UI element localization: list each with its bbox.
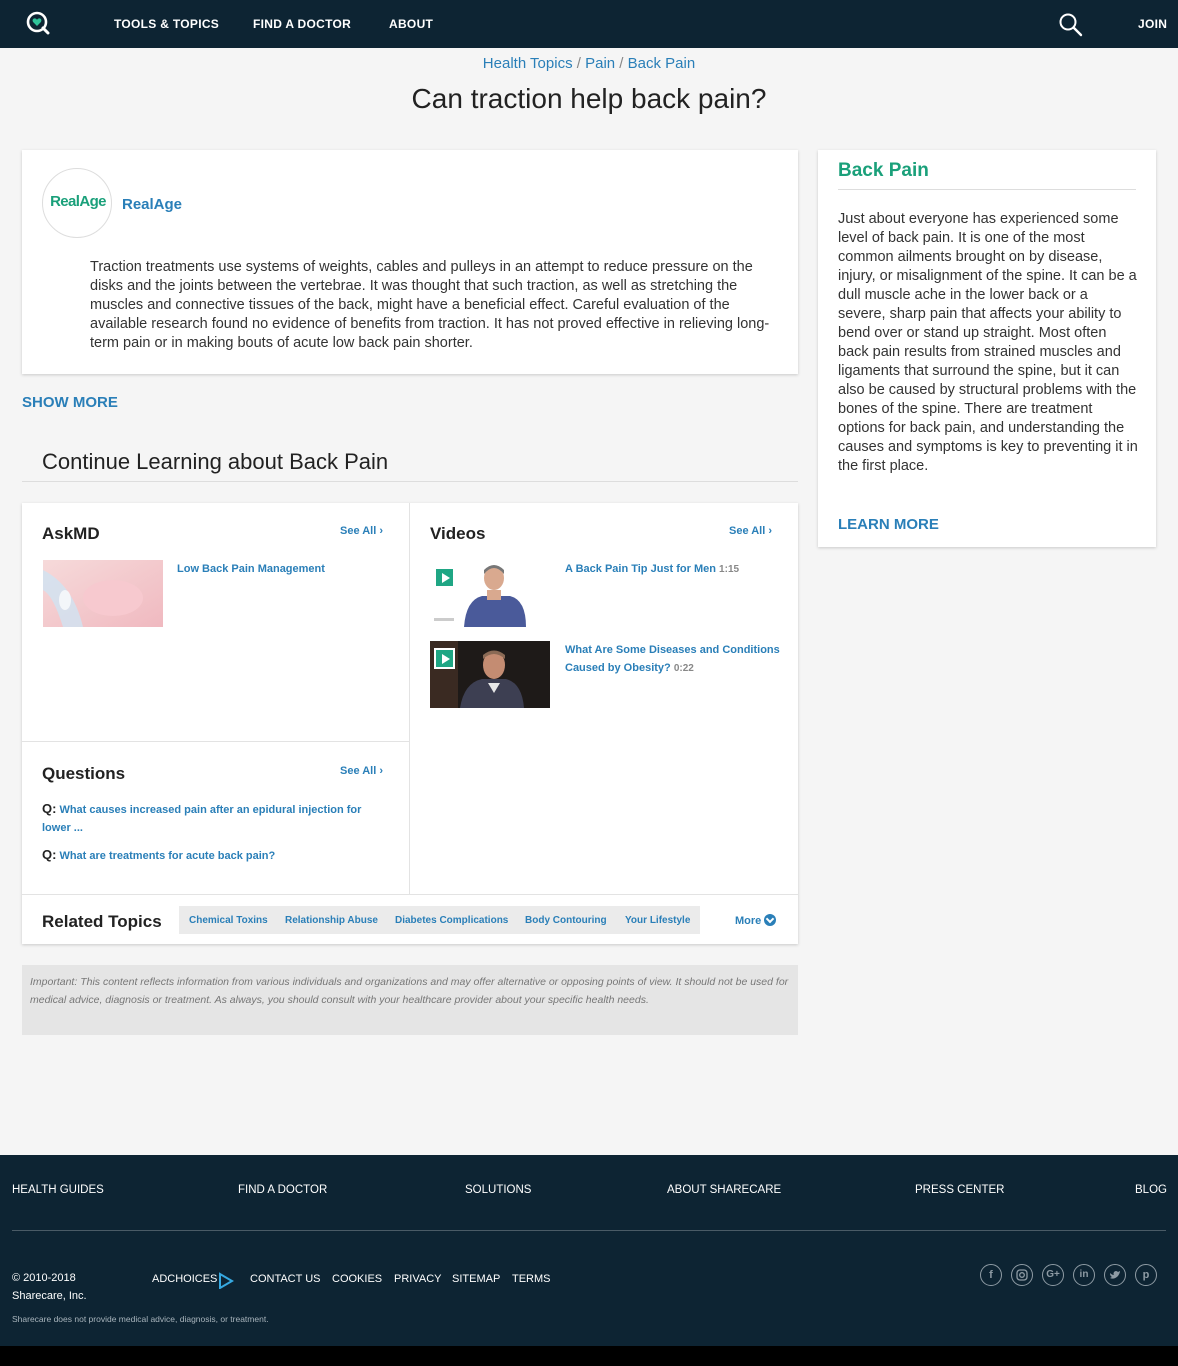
related-topic-chip[interactable]: Chemical Toxins <box>179 906 278 934</box>
join-link[interactable]: JOIN <box>1138 17 1167 31</box>
question-link[interactable]: What causes increased pain after an epid… <box>42 804 361 834</box>
sidebar-text: Just about everyone has experienced some… <box>838 211 1138 474</box>
play-icon[interactable] <box>434 648 455 669</box>
continue-learning-title: Continue Learning about Back Pain <box>42 449 389 474</box>
see-all-label: See All <box>340 525 377 537</box>
question-item[interactable]: Q: What are treatments for acute back pai… <box>42 846 387 865</box>
copyright-text: © 2010-2018 Sharecare, Inc. <box>12 1269 122 1305</box>
author-avatar[interactable]: RealAge <box>42 168 112 238</box>
footer-link-find-doctor[interactable]: FIND A DOCTOR <box>238 1184 327 1196</box>
askmd-item-link[interactable]: Low Back Pain Management <box>177 560 387 578</box>
copyright-years: © 2010-2018 <box>12 1272 76 1284</box>
divider <box>409 503 410 894</box>
answer-text: Traction treatments use systems of weigh… <box>90 259 770 351</box>
video-title-link[interactable]: What Are Some Diseases and Conditions Ca… <box>565 641 780 678</box>
see-all-label: See All <box>729 525 766 537</box>
breadcrumb-health-topics[interactable]: Health Topics <box>483 55 573 72</box>
facebook-icon[interactable]: f <box>980 1264 1002 1286</box>
page-title: Can traction help back pain? <box>411 83 767 114</box>
chevron-right-icon: › <box>768 525 773 537</box>
play-icon[interactable] <box>434 567 455 588</box>
video-duration: 1:15 <box>719 564 740 575</box>
topic-sidebar-card: Back Pain Just about everyone has experi… <box>818 150 1156 547</box>
see-all-label: See All <box>340 765 377 777</box>
breadcrumb-pain[interactable]: Pain <box>585 55 615 72</box>
footer-disclaimer: Sharecare does not provide medical advic… <box>12 1314 269 1324</box>
sidebar-title[interactable]: Back Pain <box>838 160 929 182</box>
divider <box>838 189 1136 190</box>
breadcrumb: Health Topics / Pain / Back Pain <box>0 55 1178 72</box>
nav-about[interactable]: ABOUT <box>389 17 433 31</box>
author-name[interactable]: RealAge <box>122 196 182 213</box>
show-more-button[interactable]: SHOW MORE <box>22 394 118 411</box>
questions-see-all-link[interactable]: See All › <box>340 765 383 777</box>
learn-more-button[interactable]: LEARN MORE <box>838 516 939 533</box>
footer: HEALTH GUIDES FIND A DOCTOR SOLUTIONS AB… <box>0 1155 1178 1366</box>
breadcrumb-back-pain[interactable]: Back Pain <box>628 55 696 72</box>
video-thumbnail[interactable] <box>430 560 550 627</box>
breadcrumb-separator: / <box>572 55 586 72</box>
footer-adchoices-link[interactable]: ADCHOICES <box>152 1273 217 1285</box>
chevron-down-circle-icon <box>764 914 777 926</box>
videos-see-all-link[interactable]: See All › <box>729 525 772 537</box>
related-topic-chip[interactable]: Your Lifestyle <box>615 906 701 934</box>
continue-learning-card: AskMD See All › Low Back Pain Management… <box>22 503 798 944</box>
more-label: More <box>735 915 762 927</box>
answer-card: RealAge RealAge Traction treatments use … <box>22 150 798 374</box>
questions-title: Questions <box>42 764 126 783</box>
sharecare-heart-icon[interactable] <box>26 11 50 35</box>
realage-logo-text: RealAge <box>50 193 106 210</box>
footer-link-blog[interactable]: BLOG <box>1135 1184 1167 1196</box>
linkedin-icon[interactable]: in <box>1073 1264 1095 1286</box>
videos-title: Videos <box>430 524 486 543</box>
footer-terms-link[interactable]: TERMS <box>512 1273 551 1285</box>
video-thumbnail[interactable] <box>430 641 550 708</box>
question-item[interactable]: Q: What causes increased pain after an ep… <box>42 800 387 837</box>
footer-contact-link[interactable]: CONTACT US <box>250 1273 321 1285</box>
askmd-title: AskMD <box>42 524 100 543</box>
more-topics-button[interactable]: More <box>735 914 777 927</box>
footer-privacy-link[interactable]: PRIVACY <box>394 1273 441 1285</box>
bottom-strip <box>0 1346 1178 1366</box>
related-topic-chip[interactable]: Relationship Abuse <box>275 906 388 934</box>
video-title: What Are Some Diseases and Conditions Ca… <box>565 644 780 674</box>
twitter-icon[interactable] <box>1104 1264 1126 1286</box>
disclaimer-note: Important: This content reflects informa… <box>22 965 798 1035</box>
search-icon[interactable] <box>1058 12 1084 38</box>
footer-link-about-sharecare[interactable]: ABOUT SHARECARE <box>667 1184 781 1196</box>
question-label: Q: <box>42 801 57 816</box>
divider <box>22 894 798 895</box>
google-plus-icon[interactable]: G+ <box>1042 1264 1064 1286</box>
top-nav: TOOLS & TOPICS FIND A DOCTOR ABOUT JOIN <box>0 0 1178 48</box>
nav-tools-topics[interactable]: TOOLS & TOPICS <box>114 17 219 31</box>
related-topic-chip[interactable]: Body Contouring <box>515 906 617 934</box>
question-link[interactable]: What are treatments for acute back pain? <box>59 850 275 862</box>
footer-link-press-center[interactable]: PRESS CENTER <box>915 1184 1004 1196</box>
breadcrumb-separator: / <box>615 55 628 72</box>
adchoices-icon[interactable] <box>217 1272 234 1289</box>
footer-sitemap-link[interactable]: SITEMAP <box>452 1273 500 1285</box>
divider <box>22 741 409 742</box>
askmd-see-all-link[interactable]: See All › <box>340 525 383 537</box>
related-topics-title: Related Topics <box>42 912 162 931</box>
nav-find-doctor[interactable]: FIND A DOCTOR <box>253 17 351 31</box>
pinterest-icon[interactable]: p <box>1135 1264 1157 1286</box>
footer-link-health-guides[interactable]: HEALTH GUIDES <box>12 1184 104 1196</box>
question-label: Q: <box>42 847 57 862</box>
chevron-right-icon: › <box>379 765 384 777</box>
chevron-right-icon: › <box>379 525 384 537</box>
copyright-company: Sharecare, Inc. <box>12 1290 87 1302</box>
instagram-icon[interactable] <box>1011 1264 1033 1286</box>
divider <box>12 1230 1166 1231</box>
video-title: A Back Pain Tip Just for Men <box>565 563 716 575</box>
footer-link-solutions[interactable]: SOLUTIONS <box>465 1184 531 1196</box>
spine-illustration-image <box>43 560 163 627</box>
divider <box>22 481 798 482</box>
footer-cookies-link[interactable]: COOKIES <box>332 1273 382 1285</box>
askmd-thumbnail[interactable] <box>43 560 163 627</box>
video-duration: 0:22 <box>673 663 694 674</box>
related-topic-chip[interactable]: Diabetes Complications <box>385 906 519 934</box>
video-title-link[interactable]: A Back Pain Tip Just for Men 1:15 <box>565 560 780 579</box>
